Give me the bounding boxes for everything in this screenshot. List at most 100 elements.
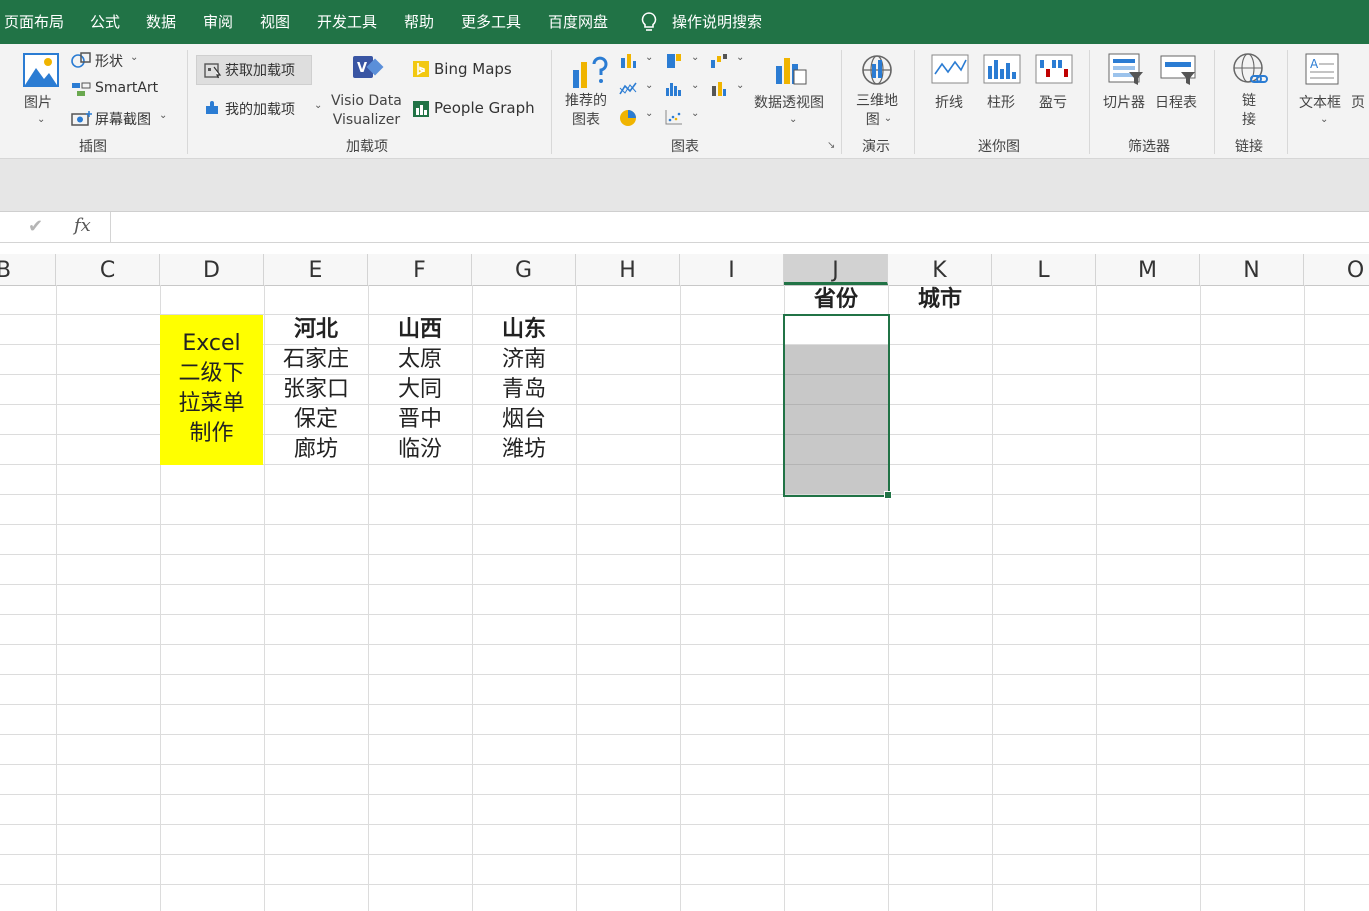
insert-function-icon[interactable]: fx: [74, 215, 91, 236]
tab-data[interactable]: 数据: [146, 0, 176, 44]
scatter-chart-icon[interactable]: [664, 108, 684, 126]
waterfall-chart-icon[interactable]: [709, 52, 729, 70]
column-header-J[interactable]: J: [784, 254, 888, 285]
cell-E2-province[interactable]: 河北: [264, 315, 368, 345]
link-label-line2: 接: [1242, 112, 1256, 128]
bing-maps-button[interactable]: Bing Maps: [434, 60, 512, 78]
column-header-H[interactable]: H: [576, 254, 680, 285]
group-divider: [187, 50, 188, 154]
shapes-button[interactable]: 形状: [95, 51, 123, 71]
cell-G2-province[interactable]: 山东: [472, 315, 576, 345]
slicer-button[interactable]: 切片器: [1103, 92, 1145, 112]
screenshot-button[interactable]: 屏幕截图: [95, 109, 151, 129]
tab-help[interactable]: 帮助: [404, 0, 434, 44]
menu-bar: 页面布局 公式 数据 审阅 视图 开发工具 帮助 更多工具 百度网盘 操作说明搜…: [0, 0, 1369, 44]
sparkline-column-button[interactable]: 柱形: [987, 92, 1015, 112]
people-graph-button[interactable]: People Graph: [434, 99, 535, 117]
confirm-check-icon[interactable]: ✔: [28, 216, 43, 237]
tell-me-search[interactable]: 操作说明搜索: [672, 0, 762, 44]
picture-button[interactable]: 图片: [24, 92, 52, 112]
pivot-chart-button[interactable]: 数据透视图: [754, 92, 824, 112]
tab-view[interactable]: 视图: [260, 0, 290, 44]
chevron-down-icon: ⌄: [1320, 114, 1329, 125]
textbox-button[interactable]: 文本框: [1299, 92, 1341, 112]
group-label-tours: 演示: [862, 139, 890, 155]
get-addins-label: 获取加载项: [225, 63, 295, 79]
column-header-E[interactable]: E: [264, 254, 368, 285]
sparkline-line-icon: [931, 54, 969, 84]
column-header-D[interactable]: D: [160, 254, 264, 285]
cell-J1-header[interactable]: 省份: [784, 285, 888, 315]
tab-review[interactable]: 审阅: [203, 0, 233, 44]
group-divider: [1089, 50, 1090, 154]
column-header-L[interactable]: L: [992, 254, 1096, 285]
cell-F2-province[interactable]: 山西: [368, 315, 472, 345]
group-label-charts: 图表: [671, 139, 699, 155]
tab-formulas[interactable]: 公式: [90, 0, 120, 44]
chevron-down-icon: ⌄: [314, 100, 323, 111]
smartart-icon: [72, 82, 91, 96]
combo-chart-icon[interactable]: [709, 80, 729, 98]
group-divider: [841, 50, 842, 154]
tab-page-layout[interactable]: 页面布局: [4, 0, 64, 44]
tab-baidu-netdisk[interactable]: 百度网盘: [548, 0, 608, 44]
column-header-B[interactable]: B: [0, 254, 56, 285]
cell-E3[interactable]: 石家庄: [264, 345, 368, 375]
cell-E6[interactable]: 廊坊: [264, 435, 368, 465]
sparkline-winloss-icon: [1035, 54, 1073, 84]
people-graph-icon: [413, 101, 429, 117]
ribbon-spacer-band: [0, 159, 1369, 212]
cell-G4[interactable]: 青岛: [472, 375, 576, 405]
column-header-I[interactable]: I: [680, 254, 784, 285]
chevron-down-icon: ⌄: [645, 108, 654, 119]
link-icon: [1233, 53, 1268, 83]
formula-input[interactable]: [112, 212, 1362, 242]
column-header-C[interactable]: C: [56, 254, 160, 285]
cell-G6[interactable]: 潍坊: [472, 435, 576, 465]
cell-F3[interactable]: 太原: [368, 345, 472, 375]
column-header-F[interactable]: F: [368, 254, 472, 285]
cell-E5[interactable]: 保定: [264, 405, 368, 435]
recommended-charts-button[interactable]: 推荐的 图表: [565, 92, 607, 130]
cell-K1-header[interactable]: 城市: [888, 285, 992, 315]
fill-handle[interactable]: [884, 491, 892, 499]
chevron-down-icon: ⌄: [789, 114, 798, 125]
pie-chart-icon[interactable]: [618, 108, 638, 128]
statistic-chart-icon[interactable]: [664, 80, 684, 98]
cell-G3[interactable]: 济南: [472, 345, 576, 375]
group-label-sparklines: 迷你图: [978, 139, 1020, 155]
cell-F4[interactable]: 大同: [368, 375, 472, 405]
column-header-O[interactable]: O: [1304, 254, 1369, 285]
cell-G5[interactable]: 烟台: [472, 405, 576, 435]
hierarchy-chart-icon[interactable]: [664, 52, 684, 70]
my-addins-button[interactable]: 我的加载项: [225, 99, 295, 119]
cell-E4[interactable]: 张家口: [264, 375, 368, 405]
visio-data-visualizer-button[interactable]: Visio Data Visualizer: [331, 92, 402, 130]
cell-F6[interactable]: 临汾: [368, 435, 472, 465]
worksheet-grid[interactable]: Excel 二级下 拉菜单 制作 河北 山西 山东 石家庄 太原 济南 张家口 …: [0, 285, 1369, 911]
header-footer-button-partial[interactable]: 页: [1351, 92, 1365, 112]
sparkline-line-button[interactable]: 折线: [935, 92, 963, 112]
visio-icon: V: [353, 56, 384, 78]
dialog-launcher-icon[interactable]: ↘: [827, 140, 835, 151]
line-chart-icon[interactable]: [618, 80, 638, 98]
bing-maps-icon: [413, 61, 429, 77]
tab-developer[interactable]: 开发工具: [317, 0, 377, 44]
cell-F5[interactable]: 晋中: [368, 405, 472, 435]
sparkline-winloss-button[interactable]: 盈亏: [1039, 92, 1067, 112]
timeline-button[interactable]: 日程表: [1155, 92, 1197, 112]
column-header-N[interactable]: N: [1200, 254, 1304, 285]
chevron-down-icon: ⌄: [159, 110, 168, 121]
tab-more-tools[interactable]: 更多工具: [461, 0, 521, 44]
recommended-label-line2: 图表: [572, 112, 600, 128]
visio-label-line2: Visualizer: [332, 112, 401, 128]
link-button[interactable]: 链 接: [1242, 92, 1256, 130]
3d-map-button[interactable]: 三维地 图 ⌄: [856, 92, 898, 131]
column-header-G[interactable]: G: [472, 254, 576, 285]
column-chart-icon[interactable]: [618, 52, 638, 70]
column-header-M[interactable]: M: [1096, 254, 1200, 285]
column-header-K[interactable]: K: [888, 254, 992, 285]
group-label-links: 链接: [1235, 139, 1263, 155]
smartart-button[interactable]: SmartArt: [95, 80, 158, 96]
selection-border: [783, 314, 890, 497]
